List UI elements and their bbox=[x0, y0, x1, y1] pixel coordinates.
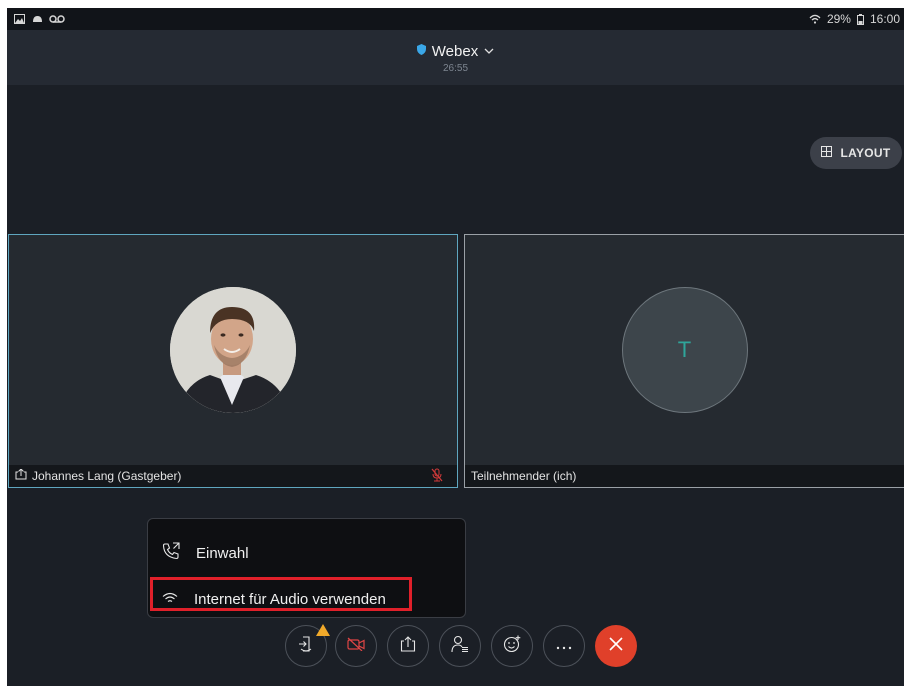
video-button[interactable] bbox=[335, 625, 377, 667]
meeting-header: Webex 26:55 bbox=[7, 30, 904, 85]
self-name-bar: Teilnehmender (ich) bbox=[465, 465, 904, 487]
voicemail-notification-icon bbox=[49, 13, 65, 25]
share-icon bbox=[400, 635, 416, 657]
more-button[interactable] bbox=[543, 625, 585, 667]
close-icon bbox=[609, 636, 623, 656]
video-tile-host[interactable]: Johannes Lang (Gastgeber) bbox=[8, 234, 458, 488]
highlight-annotation-box bbox=[150, 577, 412, 611]
reactions-button[interactable] bbox=[491, 625, 533, 667]
warning-icon bbox=[316, 623, 330, 641]
participants-button[interactable] bbox=[439, 625, 481, 667]
secure-shield-icon bbox=[416, 42, 426, 60]
audio-button[interactable] bbox=[285, 623, 330, 667]
meeting-title: Webex bbox=[431, 42, 479, 60]
reaction-icon bbox=[503, 635, 521, 658]
webex-meeting-screen: 29% 16:00 Webex 26:55 LAYOUT Johannes La… bbox=[7, 8, 904, 686]
layout-button-label: LAYOUT bbox=[840, 146, 891, 160]
meeting-timer: 26:55 bbox=[442, 63, 469, 74]
chevron-down-icon bbox=[484, 42, 494, 60]
wifi-signal-icon bbox=[809, 13, 821, 25]
sharing-icon bbox=[15, 468, 27, 483]
host-avatar bbox=[170, 287, 296, 413]
gallery-notification-icon bbox=[13, 13, 25, 25]
menu-item-dial-in[interactable]: Einwahl bbox=[148, 533, 465, 573]
dial-in-label: Einwahl bbox=[196, 544, 249, 562]
status-bar-system: 29% 16:00 bbox=[809, 12, 900, 26]
video-off-icon bbox=[347, 637, 365, 656]
video-tile-self[interactable]: T Teilnehmender (ich) bbox=[464, 234, 904, 488]
grid-layout-icon bbox=[821, 146, 833, 160]
microphone-muted-icon bbox=[431, 468, 443, 485]
status-bar-notifications bbox=[13, 13, 65, 25]
android-status-bar: 29% 16:00 bbox=[7, 8, 904, 30]
meeting-control-bar bbox=[285, 623, 637, 667]
more-icon bbox=[556, 637, 572, 655]
end-call-button[interactable] bbox=[595, 625, 637, 667]
self-name-label: Teilnehmender (ich) bbox=[471, 469, 577, 483]
audio-connect-icon bbox=[298, 635, 314, 658]
clock: 16:00 bbox=[869, 12, 900, 26]
battery-icon bbox=[856, 13, 864, 25]
phone-outgoing-icon bbox=[162, 542, 180, 564]
participants-icon bbox=[451, 635, 469, 658]
layout-button[interactable]: LAYOUT bbox=[810, 137, 902, 169]
share-button[interactable] bbox=[387, 625, 429, 667]
android-notification-icon bbox=[31, 13, 43, 25]
meeting-title-button[interactable]: Webex bbox=[7, 42, 904, 60]
battery-percentage: 29% bbox=[826, 12, 851, 26]
self-avatar: T bbox=[621, 287, 748, 413]
host-name-label: Johannes Lang (Gastgeber) bbox=[32, 469, 182, 483]
self-avatar-initial: T bbox=[677, 337, 692, 362]
audio-options-menu: Einwahl Internet für Audio verwenden bbox=[147, 518, 466, 618]
host-name-bar: Johannes Lang (Gastgeber) bbox=[9, 465, 457, 487]
